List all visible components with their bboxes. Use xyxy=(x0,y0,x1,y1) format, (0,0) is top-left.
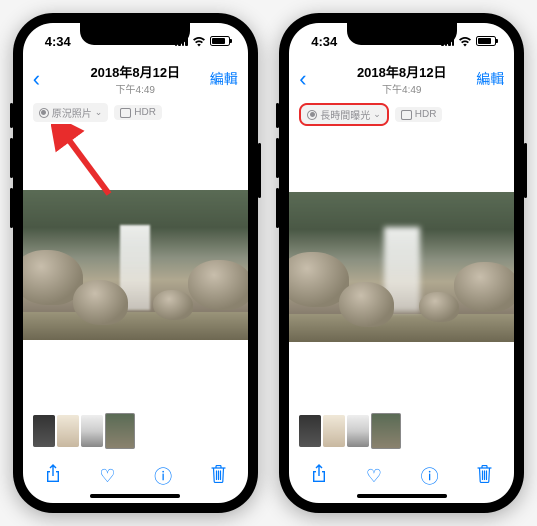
nav-time-sub: 下午4:49 xyxy=(90,81,180,96)
nav-title: 2018年8月12日 下午4:49 xyxy=(90,62,180,96)
phone-left: 4:34 ‹ 2018年8月12日 下午4:49 編輯 原況照片 ⌄ xyxy=(13,13,258,513)
thumbnail-selected[interactable] xyxy=(371,413,401,449)
thumbnail-selected[interactable] xyxy=(105,413,135,449)
home-indicator[interactable] xyxy=(90,494,180,498)
spacer-bottom xyxy=(289,342,514,404)
volume-up xyxy=(276,138,279,178)
spacer-top xyxy=(23,126,248,190)
hdr-label: HDR xyxy=(415,109,437,120)
status-time: 4:34 xyxy=(45,34,71,49)
volume-down xyxy=(276,188,279,228)
tags-row: 長時間曝光 ⌄ HDR xyxy=(289,99,514,130)
battery-icon xyxy=(210,36,230,46)
tags-row: 原況照片 ⌄ HDR xyxy=(23,99,248,126)
bottom-area: ♡ ⓘ xyxy=(289,403,514,503)
hdr-badge: HDR xyxy=(395,107,443,122)
screen: 4:34 ‹ 2018年8月12日 下午4:49 編輯 原況照片 ⌄ xyxy=(23,23,248,503)
nav-bar: ‹ 2018年8月12日 下午4:49 編輯 xyxy=(23,59,248,99)
wifi-icon xyxy=(458,36,472,47)
hdr-icon xyxy=(120,108,131,118)
hdr-icon xyxy=(401,110,412,120)
chevron-down-icon: ⌄ xyxy=(373,109,381,120)
live-tag-label: 長時間曝光 xyxy=(320,107,370,122)
silence-switch xyxy=(10,103,13,128)
edit-button[interactable]: 編輯 xyxy=(476,69,504,89)
hdr-label: HDR xyxy=(134,107,156,118)
nav-date: 2018年8月12日 xyxy=(90,62,180,81)
live-tag-label: 原況照片 xyxy=(52,105,92,120)
edit-button[interactable]: 編輯 xyxy=(210,69,238,89)
thumbnail[interactable] xyxy=(81,415,103,447)
live-photo-dropdown[interactable]: 原況照片 ⌄ xyxy=(33,103,109,122)
power-button xyxy=(258,143,261,198)
nav-bar: ‹ 2018年8月12日 下午4:49 編輯 xyxy=(289,59,514,99)
thumbnail[interactable] xyxy=(33,415,55,447)
photo-waterfall[interactable] xyxy=(23,190,248,340)
toolbar: ♡ ⓘ xyxy=(295,455,508,499)
share-button[interactable] xyxy=(311,464,327,489)
thumbnail[interactable] xyxy=(299,415,321,447)
spacer-top xyxy=(289,130,514,192)
volume-up xyxy=(10,138,13,178)
phone-right: 4:34 ‹ 2018年8月12日 下午4:49 編輯 長時間曝光 ⌄ xyxy=(279,13,524,513)
thumbnail-strip[interactable] xyxy=(29,407,242,455)
screen: 4:34 ‹ 2018年8月12日 下午4:49 編輯 長時間曝光 ⌄ xyxy=(289,23,514,503)
trash-button[interactable] xyxy=(477,465,492,488)
status-time: 4:34 xyxy=(311,34,337,49)
favorite-button[interactable]: ♡ xyxy=(99,466,115,487)
info-button[interactable]: ⓘ xyxy=(421,463,439,489)
spacer-bottom xyxy=(23,340,248,404)
nav-title: 2018年8月12日 下午4:49 xyxy=(357,62,447,96)
notch xyxy=(80,23,190,45)
power-button xyxy=(524,143,527,198)
back-button[interactable]: ‹ xyxy=(33,66,40,92)
volume-down xyxy=(10,188,13,228)
thumbnail[interactable] xyxy=(323,415,345,447)
back-button[interactable]: ‹ xyxy=(299,66,306,92)
thumbnail[interactable] xyxy=(347,415,369,447)
live-photo-dropdown[interactable]: 長時間曝光 ⌄ xyxy=(299,103,389,126)
info-button[interactable]: ⓘ xyxy=(154,463,172,489)
battery-icon xyxy=(476,36,496,46)
home-indicator[interactable] xyxy=(357,494,447,498)
photo-waterfall[interactable] xyxy=(289,192,514,342)
favorite-button[interactable]: ♡ xyxy=(366,466,382,487)
hdr-badge: HDR xyxy=(114,105,162,120)
share-button[interactable] xyxy=(45,464,61,489)
live-photo-icon xyxy=(39,108,49,118)
nav-date: 2018年8月12日 xyxy=(357,62,447,81)
notch xyxy=(347,23,457,45)
nav-time-sub: 下午4:49 xyxy=(357,81,447,96)
thumbnail-strip[interactable] xyxy=(295,407,508,455)
wifi-icon xyxy=(192,36,206,47)
live-photo-icon xyxy=(307,110,317,120)
bottom-area: ♡ ⓘ xyxy=(23,403,248,503)
silence-switch xyxy=(276,103,279,128)
trash-button[interactable] xyxy=(211,465,226,488)
chevron-down-icon: ⌄ xyxy=(95,107,103,118)
toolbar: ♡ ⓘ xyxy=(29,455,242,499)
thumbnail[interactable] xyxy=(57,415,79,447)
